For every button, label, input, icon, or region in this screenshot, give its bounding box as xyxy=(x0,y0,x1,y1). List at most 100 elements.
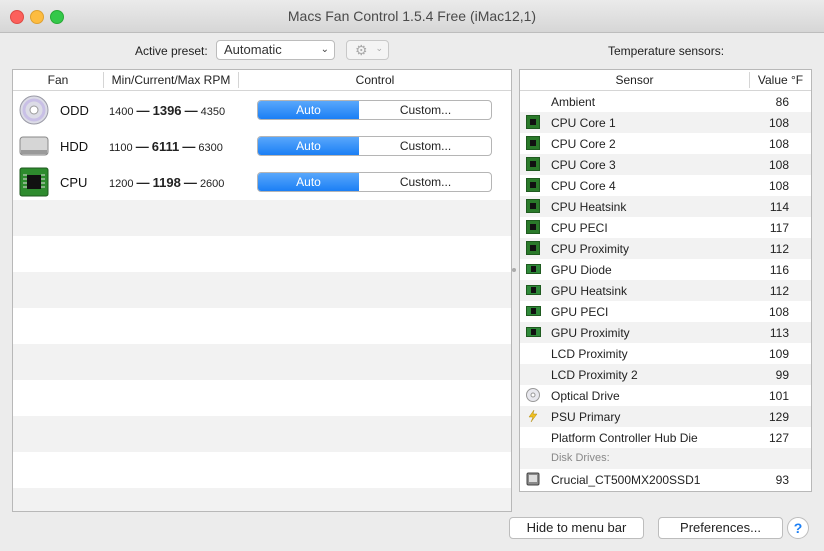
section-label: Disk Drives: xyxy=(551,452,610,464)
sensor-name: PSU Primary xyxy=(551,410,621,424)
custom-button[interactable]: Custom... xyxy=(360,173,491,191)
sensor-row[interactable]: CPU Core 1 108 xyxy=(520,112,811,133)
sensor-value: 108 xyxy=(768,305,789,319)
sensor-value: 99 xyxy=(775,368,789,382)
fan-row-hdd[interactable]: HDD 1100 — 6111 — 6300 Auto Custom... xyxy=(13,128,511,164)
rpm-separator: — xyxy=(184,103,198,118)
sensor-row[interactable]: Ambient 86 xyxy=(520,91,811,112)
hard-drive-icon xyxy=(19,131,49,161)
split-view-divider[interactable] xyxy=(512,268,516,272)
sensor-value: 108 xyxy=(768,179,789,193)
sensor-name: Ambient xyxy=(551,95,596,109)
sensor-value: 112 xyxy=(769,242,789,256)
fan-min-rpm: 1200 xyxy=(109,178,134,190)
sensor-value: 114 xyxy=(769,200,789,214)
sensor-row[interactable]: CPU Core 2 108 xyxy=(520,133,811,154)
control-column-header[interactable]: Control xyxy=(239,70,511,90)
sensor-row[interactable]: GPU Proximity 113 xyxy=(520,322,811,343)
disk-drives-section: Disk Drives: xyxy=(520,448,811,469)
cpu-chip-icon xyxy=(526,178,540,192)
rpm-separator: — xyxy=(183,175,197,190)
fan-name: CPU xyxy=(60,175,88,190)
sensor-name: GPU Diode xyxy=(551,263,612,277)
sensor-row[interactable]: Optical Drive 101 xyxy=(520,385,811,406)
rpm-separator: — xyxy=(136,103,150,118)
sensor-name: CPU Core 2 xyxy=(551,137,616,151)
sensor-value: 108 xyxy=(768,116,789,130)
app-window: Macs Fan Control 1.5.4 Free (iMac12,1) A… xyxy=(0,0,824,551)
disk-sensor-row[interactable]: Crucial_CT500MX200SSD1 93 xyxy=(520,469,811,490)
sensor-value: 108 xyxy=(768,158,789,172)
gpu-card-icon xyxy=(526,283,541,297)
sensor-name: Crucial_CT500MX200SSD1 xyxy=(551,473,701,487)
sensor-name: CPU Proximity xyxy=(551,242,630,256)
hide-to-menu-bar-button[interactable]: Hide to menu bar xyxy=(509,517,644,539)
preset-actions-button[interactable]: ⚙ ⌄ xyxy=(346,40,389,60)
sensor-row[interactable]: LCD Proximity 2 99 xyxy=(520,364,811,385)
preset-select-value: Automatic xyxy=(224,42,282,57)
sensor-row[interactable]: LCD Proximity 109 xyxy=(520,343,811,364)
cpu-chip-icon xyxy=(526,220,540,234)
help-button[interactable]: ? xyxy=(787,517,809,539)
sensor-row[interactable]: CPU Core 3 108 xyxy=(520,154,811,175)
sensors-table-header: Sensor Value °F xyxy=(520,70,811,91)
sensor-name: Optical Drive xyxy=(551,389,620,403)
sensor-name: CPU Core 1 xyxy=(551,116,616,130)
sensor-value: 113 xyxy=(769,326,789,340)
sensor-row[interactable]: CPU Heatsink 114 xyxy=(520,196,811,217)
fan-control-segmented: Auto Custom... xyxy=(257,172,492,192)
sensor-row[interactable]: GPU Diode 116 xyxy=(520,259,811,280)
auto-button[interactable]: Auto xyxy=(258,173,359,191)
sensor-row[interactable]: GPU Heatsink 112 xyxy=(520,280,811,301)
sensor-row[interactable]: Platform Controller Hub Die 127 xyxy=(520,427,811,448)
empty-row xyxy=(13,416,511,452)
fan-name: HDD xyxy=(60,139,89,154)
sensor-name: LCD Proximity xyxy=(551,347,628,361)
custom-button[interactable]: Custom... xyxy=(360,101,491,119)
lightning-bolt-icon xyxy=(526,409,540,423)
cpu-chip-icon xyxy=(526,199,540,213)
fan-current-rpm: 1396 xyxy=(152,103,182,118)
fan-row-cpu[interactable]: CPU 1200 — 1198 — 2600 Auto Custom... xyxy=(13,164,511,200)
fan-min-rpm: 1100 xyxy=(109,142,133,154)
empty-row xyxy=(13,344,511,380)
rpm-separator: — xyxy=(136,175,150,190)
sensor-row[interactable]: CPU PECI 117 xyxy=(520,217,811,238)
sensors-title: Temperature sensors: xyxy=(608,44,725,58)
cpu-chip-icon xyxy=(19,167,49,197)
value-column-header[interactable]: Value °F xyxy=(750,70,811,90)
fan-max-rpm: 4350 xyxy=(200,106,226,118)
sensor-row[interactable]: GPU PECI 108 xyxy=(520,301,811,322)
sensor-name: CPU PECI xyxy=(551,221,608,235)
auto-button[interactable]: Auto xyxy=(258,137,359,155)
title-bar[interactable]: Macs Fan Control 1.5.4 Free (iMac12,1) xyxy=(0,0,824,33)
sensor-column-header[interactable]: Sensor xyxy=(520,70,749,90)
gear-icon: ⚙ xyxy=(355,42,368,58)
window-title: Macs Fan Control 1.5.4 Free (iMac12,1) xyxy=(287,8,537,24)
sensor-value: 86 xyxy=(775,95,789,109)
fan-control-segmented: Auto Custom... xyxy=(257,136,492,156)
sensor-name: Platform Controller Hub Die xyxy=(551,431,698,445)
sensor-value: 108 xyxy=(768,137,789,151)
fan-max-rpm: 2600 xyxy=(199,178,225,190)
auto-button[interactable]: Auto xyxy=(258,101,359,119)
fan-rpm: 1400 — 1396 — 4350 xyxy=(109,103,225,118)
cpu-chip-icon xyxy=(526,241,540,255)
sensor-row[interactable]: CPU Proximity 112 xyxy=(520,238,811,259)
preferences-button[interactable]: Preferences... xyxy=(658,517,783,539)
cpu-chip-icon xyxy=(526,115,540,129)
sensor-value: 109 xyxy=(768,347,789,361)
fan-rpm: 1100 — 6111 — 6300 xyxy=(109,139,223,154)
sensor-value: 127 xyxy=(768,431,789,445)
sensor-name: LCD Proximity 2 xyxy=(551,368,638,382)
rpm-column-header[interactable]: Min/Current/Max RPM xyxy=(104,70,238,90)
fan-row-odd[interactable]: ODD 1400 — 1396 — 4350 Auto Custom... xyxy=(13,92,511,128)
preset-select[interactable]: Automatic ⌄ xyxy=(216,40,335,60)
rpm-separator: — xyxy=(135,139,149,154)
fan-column-header[interactable]: Fan xyxy=(13,70,103,90)
custom-button[interactable]: Custom... xyxy=(360,137,491,155)
fan-rpm: 1200 — 1198 — 2600 xyxy=(109,175,224,190)
sensor-row[interactable]: CPU Core 4 108 xyxy=(520,175,811,196)
sensor-row[interactable]: PSU Primary 129 xyxy=(520,406,811,427)
optical-disc-icon xyxy=(19,95,49,125)
